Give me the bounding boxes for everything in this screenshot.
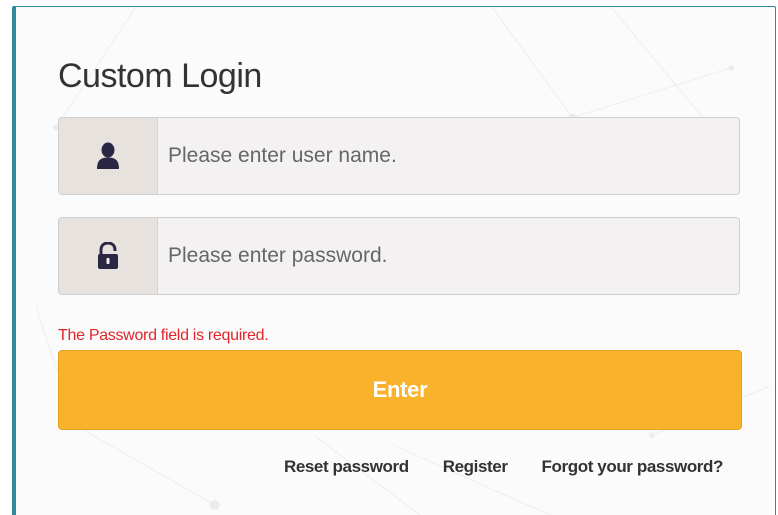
page-title: Custom Login	[58, 57, 262, 95]
page: Custom Login The Password field is requi	[0, 0, 778, 515]
account-links: Reset password Register Forgot your pass…	[284, 457, 723, 477]
password-error-message: The Password field is required.	[58, 327, 269, 344]
register-link[interactable]: Register	[443, 457, 508, 477]
login-card: Custom Login The Password field is requi	[12, 6, 776, 515]
password-input[interactable]	[158, 218, 739, 294]
username-input[interactable]	[158, 118, 739, 194]
forgot-password-link[interactable]: Forgot your password?	[542, 457, 724, 477]
enter-button[interactable]: Enter	[58, 350, 742, 430]
user-icon	[97, 142, 119, 169]
unlocked-padlock-icon	[98, 242, 118, 269]
username-input-group	[58, 117, 740, 195]
password-addon	[59, 218, 158, 294]
password-input-group	[58, 217, 740, 295]
reset-password-link[interactable]: Reset password	[284, 457, 409, 477]
username-addon	[59, 118, 158, 194]
